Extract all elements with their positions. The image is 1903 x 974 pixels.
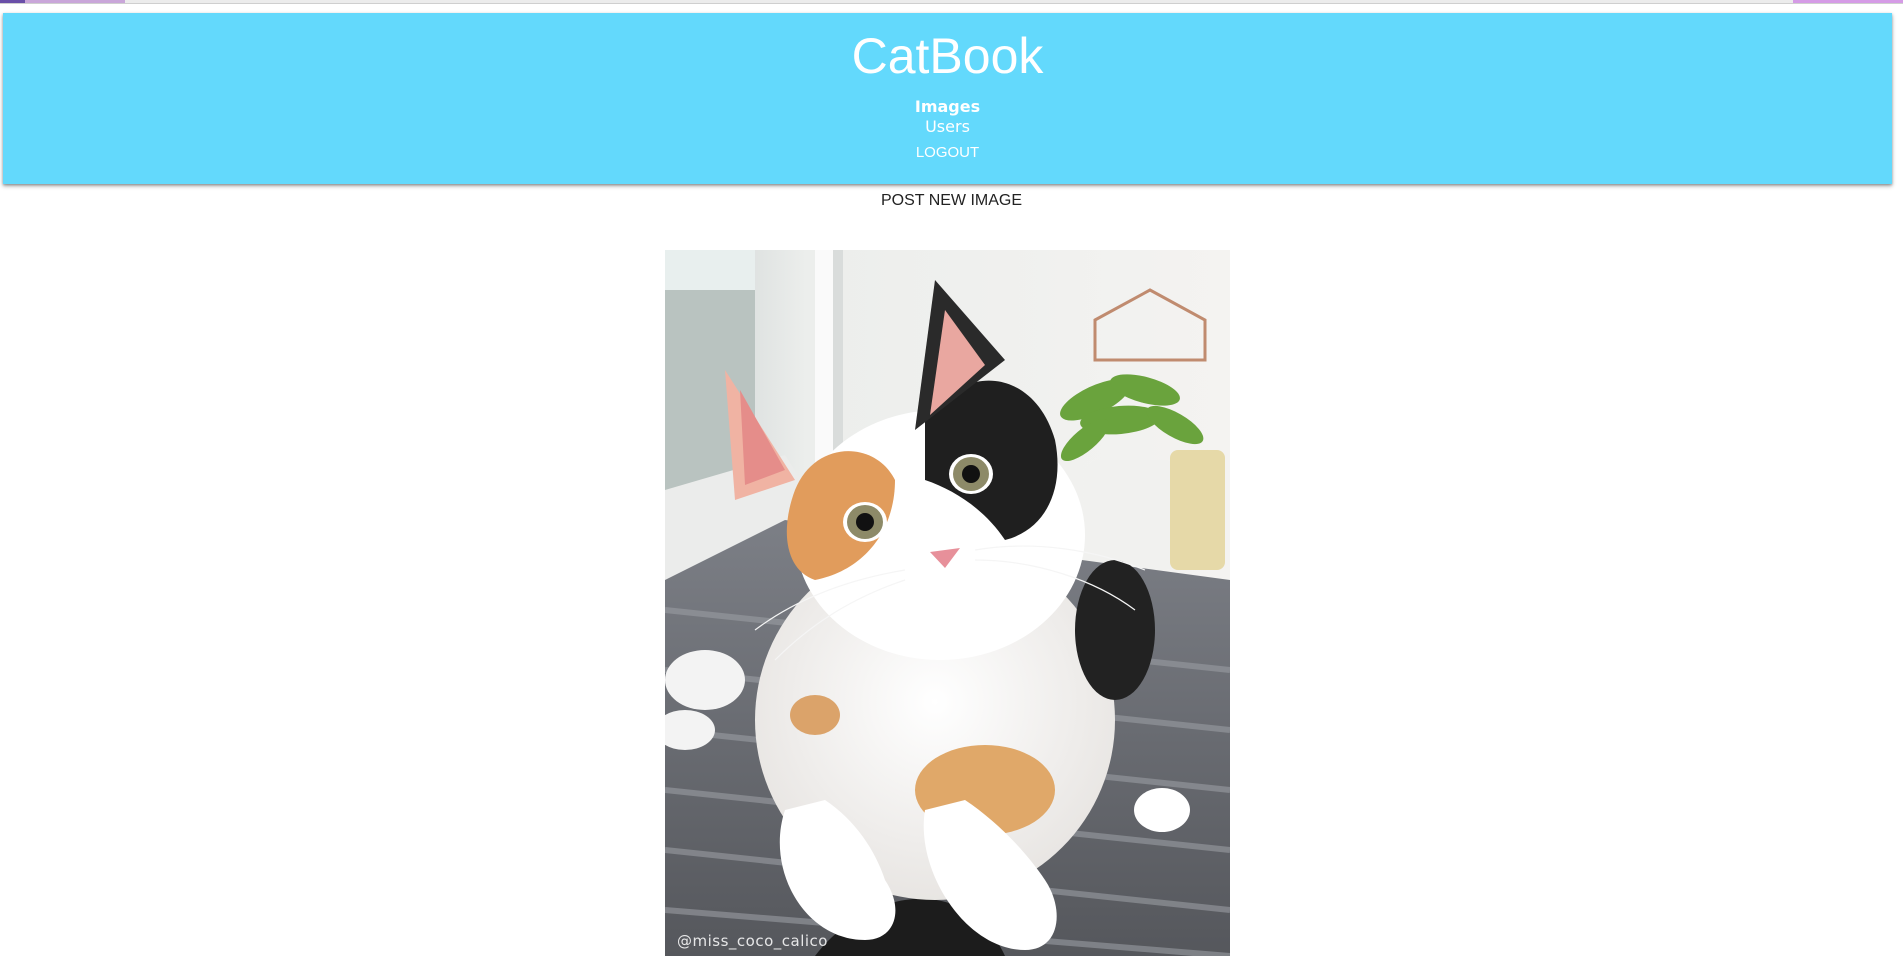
cat-image[interactable]: @miss_coco_calico <box>665 250 1230 956</box>
browser-top-strip <box>0 0 1903 4</box>
tab-indicator-light <box>25 0 125 3</box>
cat-photo <box>665 250 1230 956</box>
logout-button[interactable]: LOGOUT <box>908 140 987 166</box>
tab-indicator <box>0 0 25 3</box>
post-new-image-button[interactable]: POST NEW IMAGE <box>852 189 1052 213</box>
app-header: CatBook Images Users LOGOUT <box>3 13 1892 184</box>
tab-indicator-right <box>1793 0 1903 3</box>
nav-link-users[interactable]: Users <box>3 117 1892 137</box>
main-nav: Images Users LOGOUT <box>3 97 1892 166</box>
image-watermark: @miss_coco_calico <box>677 932 828 950</box>
app-title: CatBook <box>851 28 1044 84</box>
nav-link-images[interactable]: Images <box>3 97 1892 117</box>
